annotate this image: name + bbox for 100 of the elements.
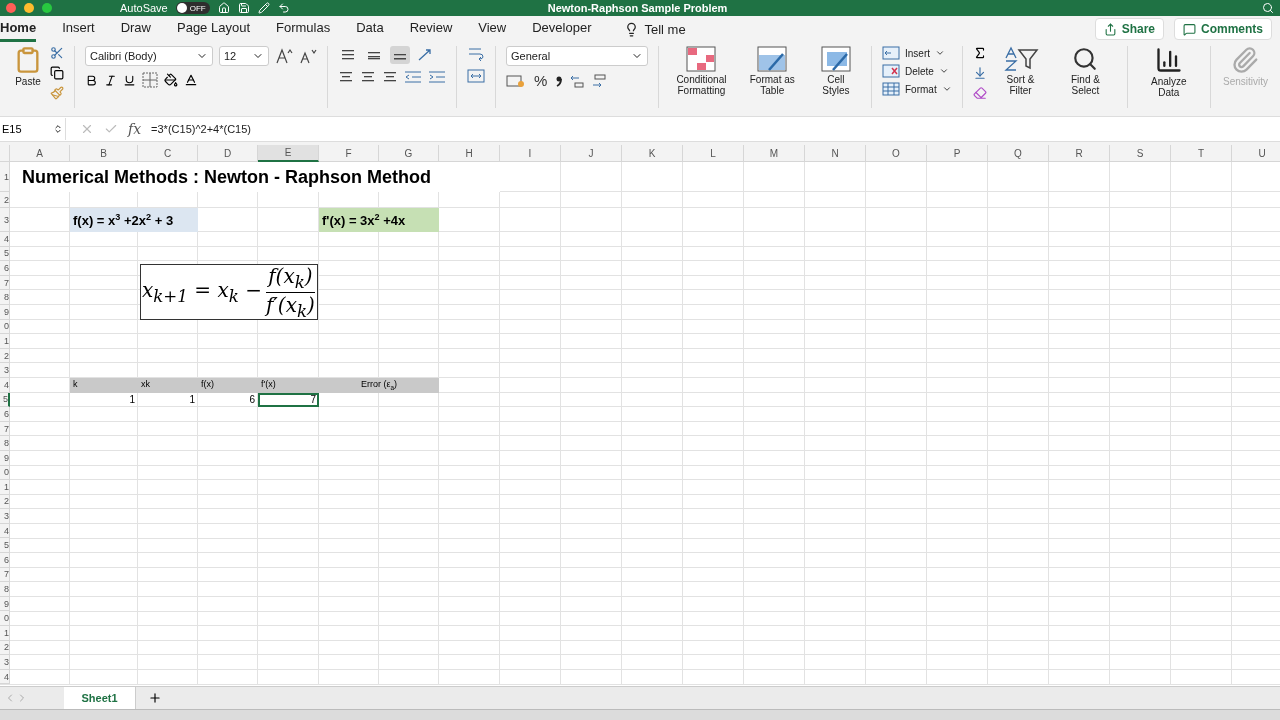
style-button[interactable]: Cell Styles (810, 46, 861, 96)
sheet-tab[interactable]: Sheet1 (64, 687, 136, 709)
percent-button[interactable]: % (532, 72, 550, 89)
number-format-select[interactable]: General (506, 46, 648, 66)
row-header[interactable]: 2 (0, 348, 10, 364)
editing-button[interactable]: Find & Select (1054, 46, 1117, 96)
column-header[interactable]: J (561, 145, 622, 162)
cells-button[interactable]: Insert (882, 46, 952, 60)
fill-color-icon[interactable] (164, 73, 178, 87)
add-sheet-icon[interactable] (148, 691, 162, 705)
column-header[interactable]: H (439, 145, 500, 162)
undo-icon[interactable] (277, 2, 290, 14)
vertical-align-button[interactable] (390, 46, 410, 64)
ribbon-tab[interactable]: Page Layout (177, 16, 250, 42)
column-header[interactable]: C (138, 145, 198, 162)
tell-me-button[interactable]: Tell me (617, 20, 692, 38)
minimize-icon[interactable] (24, 3, 34, 13)
column-header[interactable]: F (319, 145, 379, 162)
paste-button[interactable]: Paste (12, 46, 44, 87)
home-icon[interactable] (217, 2, 230, 14)
row-header[interactable]: 1 (0, 334, 10, 349)
column-header[interactable]: M (744, 145, 805, 162)
ribbon-tab[interactable]: Home (0, 16, 37, 42)
row-header[interactable]: 6 (0, 553, 10, 568)
column-header[interactable]: A (10, 145, 70, 162)
column-header[interactable]: N (805, 145, 866, 162)
decrease-decimal-icon[interactable] (591, 72, 608, 89)
column-header[interactable]: L (683, 145, 744, 162)
editing-button[interactable]: Sort & Filter (992, 46, 1049, 96)
name-box[interactable]: E15 (0, 118, 66, 140)
row-header[interactable]: 2 (0, 494, 10, 510)
font-name-select[interactable]: Calibri (Body) (85, 46, 213, 66)
row-header[interactable]: 9 (0, 450, 10, 466)
eraser-icon[interactable] (972, 86, 987, 100)
row-header[interactable]: 7 (0, 421, 10, 437)
column-header[interactable]: I (500, 145, 561, 162)
ribbon-tab[interactable]: View (478, 16, 507, 42)
row-header[interactable]: 3 (0, 509, 10, 524)
row-header[interactable]: 9 (0, 596, 10, 612)
search-icon[interactable] (1262, 2, 1274, 14)
ribbon-tab[interactable]: Draw (120, 16, 151, 42)
row-header[interactable]: 3 (0, 208, 10, 232)
row-header[interactable]: 0 (0, 611, 10, 627)
merge-cells-icon[interactable] (467, 68, 485, 84)
column-header[interactable]: Q (988, 145, 1049, 162)
row-header[interactable]: 4 (0, 523, 10, 539)
borders-icon[interactable] (142, 72, 158, 88)
style-button[interactable]: Format as Table (739, 46, 805, 96)
column-header[interactable]: O (866, 145, 927, 162)
row-header[interactable]: 2 (0, 192, 10, 208)
row-header[interactable]: 8 (0, 582, 10, 597)
cells-button[interactable]: Delete (882, 64, 952, 78)
row-header[interactable]: 4 (0, 232, 10, 247)
row-header[interactable]: 6 (0, 407, 10, 422)
comments-button[interactable]: Comments (1174, 18, 1272, 40)
fill-down-icon[interactable] (972, 66, 987, 80)
row-header[interactable]: 0 (0, 319, 10, 335)
column-header[interactable]: T (1171, 145, 1232, 162)
bold-icon[interactable] (85, 73, 98, 87)
row-header[interactable]: 7 (0, 275, 10, 291)
format-painter-icon[interactable] (50, 86, 64, 100)
column-header[interactable]: E (258, 145, 319, 162)
row-header[interactable]: 3 (0, 655, 10, 670)
row-header[interactable]: 1 (0, 480, 10, 495)
column-header[interactable]: S (1110, 145, 1171, 162)
row-header[interactable]: 4 (0, 669, 10, 685)
row-header[interactable]: 8 (0, 436, 10, 451)
row-header[interactable]: 1 (0, 626, 10, 641)
row-header[interactable]: 3 (0, 363, 10, 378)
row-header[interactable]: 4 (0, 377, 10, 393)
formula-input[interactable]: =3*(C15)^2+4*(C15) (151, 123, 251, 135)
ribbon-tab[interactable]: Insert (62, 16, 95, 42)
ribbon-tab[interactable]: Developer (532, 16, 592, 42)
column-header[interactable]: P (927, 145, 988, 162)
row-header[interactable]: 5 (0, 538, 10, 554)
copy-icon[interactable] (50, 66, 64, 80)
row-header[interactable]: 9 (0, 304, 10, 320)
ribbon-tab[interactable]: Formulas (276, 16, 331, 42)
underline-icon[interactable] (123, 73, 136, 87)
row-header[interactable]: 5 (0, 246, 10, 262)
ribbon-tab[interactable]: Data (356, 16, 384, 42)
font-color-icon[interactable] (184, 73, 198, 87)
share-button[interactable]: Share (1094, 18, 1164, 40)
autosave-toggle[interactable]: OFF (175, 2, 210, 14)
column-header[interactable]: K (622, 145, 683, 162)
increase-font-icon[interactable] (275, 48, 293, 64)
function-button[interactable]: fx (128, 121, 142, 137)
column-header[interactable]: U (1232, 145, 1280, 162)
analyze-data-button[interactable]: Analyze Data (1137, 46, 1200, 98)
column-header[interactable]: G (379, 145, 439, 162)
style-button[interactable]: Conditional Formatting (669, 46, 734, 96)
italic-icon[interactable] (104, 73, 117, 87)
row-header[interactable]: 7 (0, 567, 10, 583)
decrease-font-icon[interactable] (299, 48, 317, 64)
cut-icon[interactable] (50, 46, 64, 60)
column-header[interactable]: R (1049, 145, 1110, 162)
column-header[interactable]: D (198, 145, 258, 162)
orientation-icon[interactable] (416, 47, 434, 63)
cells-button[interactable]: Format (882, 82, 952, 96)
row-header[interactable]: 2 (0, 640, 10, 656)
